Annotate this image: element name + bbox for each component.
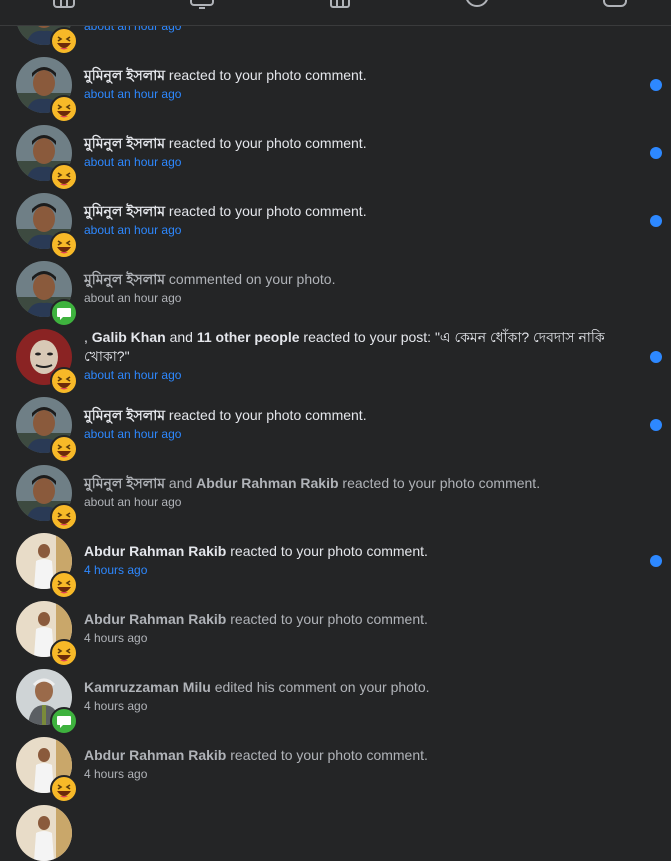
timestamp: about an hour ago xyxy=(84,155,182,169)
actor-name[interactable]: মুমিনুল ইসলাম xyxy=(84,135,165,151)
notification-text: মুমিনুল ইসলাম reacted to your photo comm… xyxy=(84,66,619,85)
text-joiner: and xyxy=(165,329,197,345)
action-text: reacted to your photo comment. xyxy=(165,203,367,219)
haha-reaction-icon xyxy=(50,163,78,191)
haha-reaction-icon xyxy=(50,435,78,463)
notification-text: মুমিনুল ইসলাম reacted to your photo comm… xyxy=(84,134,619,153)
haha-reaction-icon xyxy=(50,95,78,123)
timestamp: 4 hours ago xyxy=(84,563,148,577)
haha-reaction-icon xyxy=(50,571,78,599)
actor-name[interactable]: মুমিনুল ইসলাম xyxy=(84,271,165,287)
comment-icon xyxy=(50,299,78,327)
timestamp: about an hour ago xyxy=(84,291,182,305)
actor-name[interactable]: মুমিনুল ইসলাম xyxy=(84,67,165,83)
unread-dot xyxy=(650,79,662,91)
timestamp: about an hour ago xyxy=(84,427,182,441)
notification-text: Abdur Rahman Rakib reacted to your photo… xyxy=(84,610,619,629)
notification-text: মুমিনুল ইসলাম reacted to your photo comm… xyxy=(84,406,619,425)
text-joiner: and xyxy=(165,475,197,491)
marketplace-icon[interactable] xyxy=(328,0,352,9)
timestamp: about an hour ago xyxy=(84,368,182,382)
top-nav-bar xyxy=(0,0,671,26)
notification-text: Abdur Rahman Rakib reacted to your photo… xyxy=(84,542,619,561)
comment-icon xyxy=(50,707,78,735)
timestamp: about an hour ago xyxy=(84,87,182,101)
action-text: edited his comment on your photo. xyxy=(210,679,430,695)
notification-text: মুমিনুল ইসলাম reacted to your photo comm… xyxy=(84,202,619,221)
gaming-icon[interactable] xyxy=(603,0,627,9)
action-text: reacted to your photo comment. xyxy=(165,407,367,423)
notification-text: Abdur Rahman Rakib reacted to your photo… xyxy=(84,746,619,765)
timestamp: 4 hours ago xyxy=(84,699,148,713)
action-text: reacted to your photo comment. xyxy=(226,611,428,627)
haha-reaction-icon xyxy=(50,503,78,531)
unread-dot xyxy=(650,147,662,159)
timestamp: 4 hours ago xyxy=(84,767,148,781)
actor-name[interactable]: Abdur Rahman Rakib xyxy=(84,747,226,763)
watch-icon[interactable] xyxy=(190,0,214,9)
actor-name[interactable]: Galib Khan xyxy=(92,329,166,345)
action-text: reacted to your photo comment. xyxy=(226,747,428,763)
notification-text: Kamruzzaman Milu edited his comment on y… xyxy=(84,678,619,697)
timestamp: about an hour ago xyxy=(84,495,182,509)
actor-name[interactable]: Kamruzzaman Milu xyxy=(84,679,211,695)
haha-reaction-icon xyxy=(50,231,78,259)
action-text: reacted to your photo comment. xyxy=(338,475,541,491)
text-prefix: , xyxy=(84,329,92,345)
action-text: commented on your photo. xyxy=(165,271,336,287)
notification-text: মুমিনুল ইসলাম commented on your photo. xyxy=(84,270,619,289)
actor-name[interactable]: মুমিনুল ইসলাম xyxy=(84,475,165,491)
action-text: reacted to your photo comment. xyxy=(226,543,428,559)
timestamp: 4 hours ago xyxy=(84,631,148,645)
actor-name[interactable]: Abdur Rahman Rakib xyxy=(196,475,338,491)
actor-name[interactable]: মুমিনুল ইসলাম xyxy=(84,407,165,423)
unread-dot xyxy=(650,351,662,363)
actor-name[interactable]: মুমিনুল ইসলাম xyxy=(84,203,165,219)
unread-dot xyxy=(650,555,662,567)
haha-reaction-icon xyxy=(50,27,78,55)
haha-reaction-icon xyxy=(50,775,78,803)
notification-text: মুমিনুল ইসলাম and Abdur Rahman Rakib rea… xyxy=(84,474,619,493)
haha-reaction-icon xyxy=(50,639,78,667)
action-text: reacted to your photo comment. xyxy=(165,135,367,151)
groups-icon[interactable] xyxy=(465,0,489,9)
unread-dot xyxy=(650,215,662,227)
haha-reaction-icon xyxy=(50,367,78,395)
notification-text: , Galib Khan and 11 other people reacted… xyxy=(84,328,619,366)
action-text: reacted to your photo comment. xyxy=(165,67,367,83)
unread-dot xyxy=(650,419,662,431)
avatar[interactable] xyxy=(16,805,72,861)
actor-name[interactable]: Abdur Rahman Rakib xyxy=(84,611,226,627)
home-icon[interactable] xyxy=(52,0,76,9)
actor-name[interactable]: 11 other people xyxy=(197,329,300,345)
actor-name[interactable]: Abdur Rahman Rakib xyxy=(84,543,226,559)
timestamp: about an hour ago xyxy=(84,223,182,237)
